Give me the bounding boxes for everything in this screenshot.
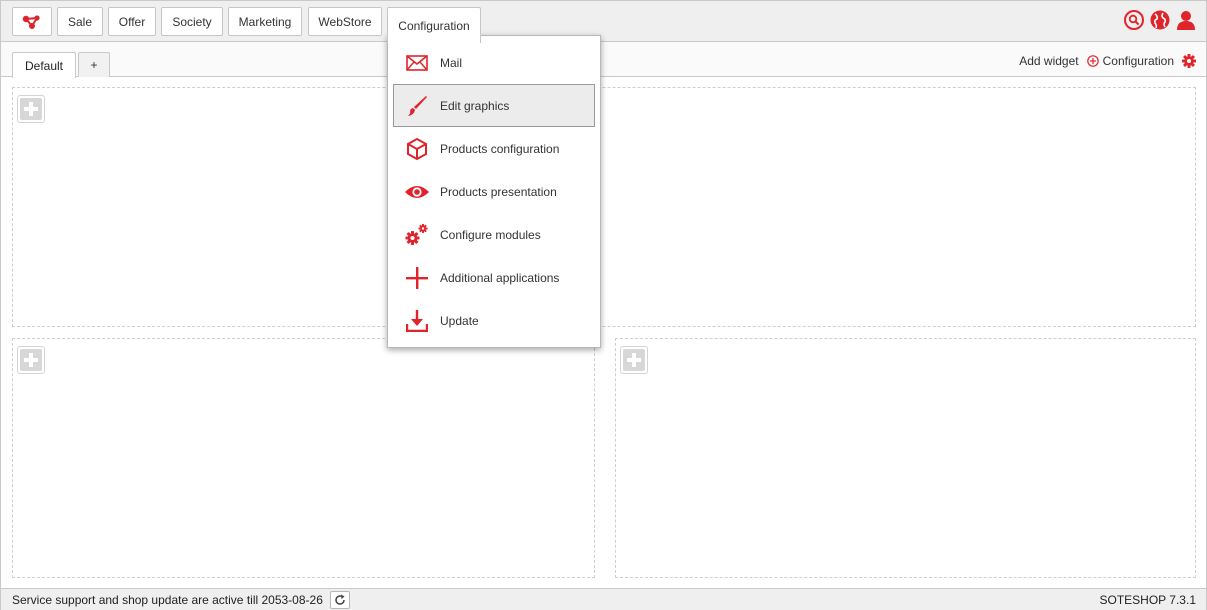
widget-zone-top bbox=[12, 87, 1196, 327]
gear-icon[interactable] bbox=[1182, 54, 1196, 68]
top-navigation-bar: Sale Offer Society Marketing WebStore Co… bbox=[1, 1, 1206, 43]
widget-zone-bottom-left bbox=[12, 338, 595, 578]
soteshop-logo-icon bbox=[22, 14, 40, 29]
menu-item-label: Update bbox=[440, 313, 479, 328]
menu-item-additional-applications[interactable]: Additional applications bbox=[393, 256, 595, 299]
plus-square-icon bbox=[623, 349, 645, 371]
circle-plus-icon bbox=[1086, 55, 1099, 67]
menu-item-edit-graphics[interactable]: Edit graphics bbox=[393, 84, 595, 127]
menu-item-update[interactable]: Update bbox=[393, 299, 595, 342]
plus-icon bbox=[394, 266, 440, 289]
top-right-icons bbox=[1124, 10, 1196, 30]
mail-icon bbox=[394, 54, 440, 71]
nav-society[interactable]: Society bbox=[161, 7, 223, 36]
nav-webstore[interactable]: WebStore bbox=[308, 7, 382, 36]
plus-square-icon bbox=[20, 349, 42, 371]
menu-item-products-presentation[interactable]: Products presentation bbox=[393, 170, 595, 213]
gears-icon bbox=[394, 223, 440, 246]
search-icon[interactable] bbox=[1124, 10, 1144, 30]
plus-square-icon bbox=[20, 98, 42, 120]
menu-item-label: Products presentation bbox=[440, 184, 557, 199]
eye-icon bbox=[394, 184, 440, 200]
refresh-icon bbox=[335, 594, 345, 605]
nav-configuration[interactable]: Configuration bbox=[387, 7, 481, 43]
globe-icon[interactable] bbox=[1150, 10, 1170, 30]
add-widget-button[interactable] bbox=[17, 346, 45, 374]
dashboard-actions: Add widget Configuration bbox=[1019, 54, 1196, 68]
add-widget-button[interactable] bbox=[620, 346, 648, 374]
status-footer: Service support and shop update are acti… bbox=[1, 588, 1206, 610]
tab-add[interactable]: + bbox=[78, 52, 110, 77]
tab-default[interactable]: Default bbox=[12, 52, 76, 78]
configuration-dropdown-menu: Mail Edit graphics Products configuratio… bbox=[387, 35, 601, 348]
logo-button[interactable] bbox=[12, 7, 52, 36]
widget-zone-bottom-right bbox=[615, 338, 1196, 578]
menu-item-label: Mail bbox=[440, 55, 463, 70]
nav-marketing[interactable]: Marketing bbox=[228, 7, 302, 36]
refresh-button[interactable] bbox=[330, 591, 350, 609]
menu-item-products-configuration[interactable]: Products configuration bbox=[393, 127, 595, 170]
configuration-link[interactable]: Configuration bbox=[1103, 54, 1174, 68]
add-widget-button[interactable] bbox=[17, 95, 45, 123]
add-widget-link[interactable]: Add widget bbox=[1019, 54, 1078, 68]
dashboard-tabs-row: Default + Add widget Configuration bbox=[1, 42, 1206, 78]
box-icon bbox=[394, 137, 440, 160]
nav-offer[interactable]: Offer bbox=[108, 7, 156, 36]
menu-item-label: Additional applications bbox=[440, 270, 560, 285]
brush-icon bbox=[394, 95, 440, 117]
version-label: SOTESHOP 7.3.1 bbox=[1099, 593, 1197, 607]
download-icon bbox=[394, 309, 440, 332]
menu-item-label: Configure modules bbox=[440, 227, 541, 242]
menu-item-label: Edit graphics bbox=[440, 98, 510, 113]
menu-item-mail[interactable]: Mail bbox=[393, 41, 595, 84]
user-icon[interactable] bbox=[1176, 10, 1196, 30]
menu-item-configure-modules[interactable]: Configure modules bbox=[393, 213, 595, 256]
menu-item-label: Products configuration bbox=[440, 141, 560, 156]
nav-sale[interactable]: Sale bbox=[57, 7, 103, 36]
support-status-text: Service support and shop update are acti… bbox=[12, 593, 323, 607]
